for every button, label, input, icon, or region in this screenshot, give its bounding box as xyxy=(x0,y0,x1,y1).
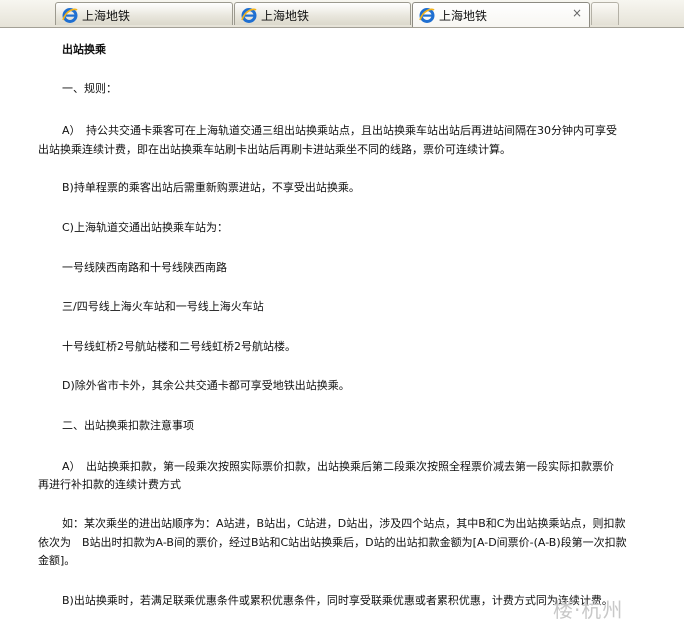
example-line-1: 如：某次乘坐的进出站顺序为：A站进，B站出，C站进，D站出，涉及四个站点，其中B… xyxy=(62,517,626,530)
tab-label: 上海地铁 xyxy=(82,9,131,23)
watermark: 楼·杭州 xyxy=(553,598,624,622)
tab-label: 上海地铁 xyxy=(439,9,488,23)
tab-label: 上海地铁 xyxy=(261,9,310,23)
tab-1[interactable]: 上海地铁 xyxy=(55,2,233,25)
ie-icon xyxy=(241,8,257,23)
ie-icon xyxy=(419,8,435,23)
page-content: 出站换乘 一、规则： A） 持公共交通卡乘客可在上海轨道交通三组出站换乘站点，且… xyxy=(0,28,684,622)
tab-2[interactable]: 上海地铁 xyxy=(234,2,411,25)
close-icon[interactable]: × xyxy=(572,6,582,20)
deduction-a-line-2: 再进行补扣款的连续计费方式 xyxy=(38,478,181,491)
tab-3-active[interactable]: 上海地铁 × xyxy=(412,2,590,27)
tab-strip: 上海地铁 上海地铁 上海地铁 × xyxy=(0,0,684,28)
station-pair-2: 三/四号线上海火车站和一号线上海火车站 xyxy=(62,300,264,313)
station-pair-3: 十号线虹桥2号航站楼和二号线虹桥2号航站楼。 xyxy=(62,340,296,353)
ie-icon xyxy=(62,8,78,23)
example-line-3: 金额]。 xyxy=(38,554,76,567)
rule-a-line-1: A） 持公共交通卡乘客可在上海轨道交通三组出站换乘站点，且出站换乘车站出站后再进… xyxy=(62,124,618,137)
example-line-2: 依次为 B站出时扣款为A-B间的票价，经过B站和C站出站换乘后，D站的出站扣款金… xyxy=(38,536,627,549)
page-title: 出站换乘 xyxy=(62,43,106,56)
rule-b: B)持单程票的乘客出站后需重新购票进站，不享受出站换乘。 xyxy=(62,181,360,194)
rule-c: C)上海轨道交通出站换乘车站为： xyxy=(62,221,228,234)
section-heading-rules: 一、规则： xyxy=(62,82,117,95)
new-tab-button[interactable] xyxy=(591,2,619,25)
section-heading-deduction: 二、出站换乘扣款注意事项 xyxy=(62,419,194,432)
deduction-a-line-1: A） 出站换乘扣款，第一段乘次按照实际票价扣款，出站换乘后第二段乘次按照全程票价… xyxy=(62,460,615,473)
rule-d: D)除外省市卡外，其余公共交通卡都可享受地铁出站换乘。 xyxy=(62,379,350,392)
station-pair-1: 一号线陕西南路和十号线陕西南路 xyxy=(62,261,227,274)
rule-a-line-2: 出站换乘连续计费，即在出站换乘车站刷卡出站后再刷卡进站乘坐不同的线路，票价可连续… xyxy=(38,143,511,156)
